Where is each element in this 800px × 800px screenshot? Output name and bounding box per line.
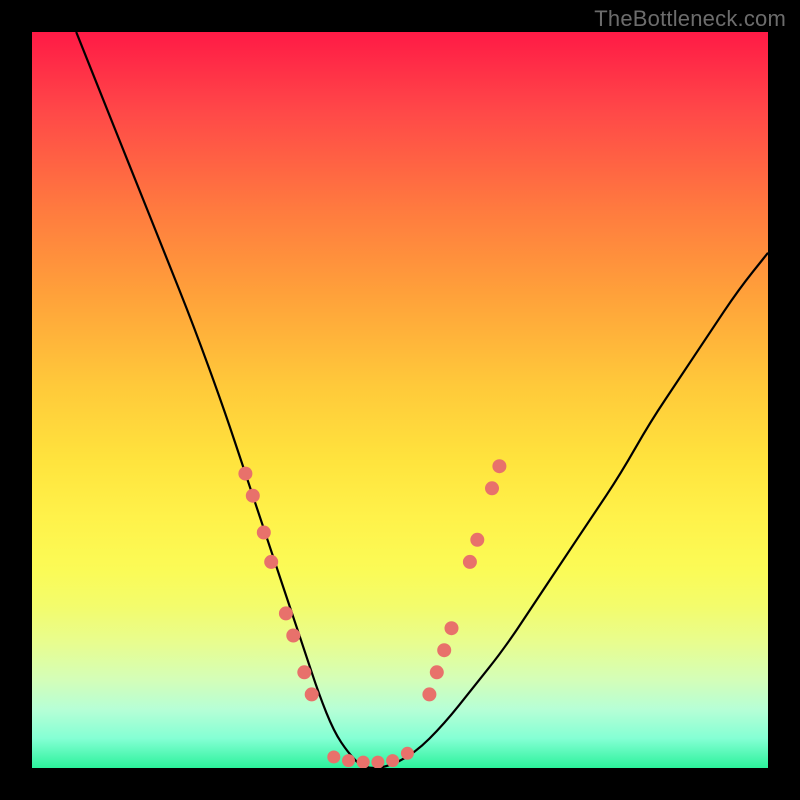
bottleneck-curve-svg bbox=[32, 32, 768, 768]
curve-marker bbox=[264, 555, 278, 569]
bottleneck-curve bbox=[76, 32, 768, 768]
curve-marker bbox=[257, 526, 271, 540]
curve-marker bbox=[422, 687, 436, 701]
curve-marker bbox=[297, 665, 311, 679]
curve-marker bbox=[357, 756, 370, 768]
curve-marker bbox=[463, 555, 477, 569]
curve-marker bbox=[430, 665, 444, 679]
curve-marker bbox=[305, 687, 319, 701]
curve-marker bbox=[470, 533, 484, 547]
watermark-text: TheBottleneck.com bbox=[594, 6, 786, 32]
curve-marker bbox=[401, 747, 414, 760]
chart-plot-area bbox=[32, 32, 768, 768]
curve-marker bbox=[246, 489, 260, 503]
curve-marker bbox=[386, 754, 399, 767]
curve-marker bbox=[238, 467, 252, 481]
curve-markers bbox=[238, 459, 506, 768]
chart-frame: TheBottleneck.com bbox=[0, 0, 800, 800]
curve-marker bbox=[286, 629, 300, 643]
curve-marker bbox=[437, 643, 451, 657]
curve-marker bbox=[492, 459, 506, 473]
curve-marker bbox=[342, 754, 355, 767]
curve-marker bbox=[371, 756, 384, 768]
curve-marker bbox=[279, 606, 293, 620]
curve-marker bbox=[485, 481, 499, 495]
curve-marker bbox=[445, 621, 459, 635]
curve-marker bbox=[327, 751, 340, 764]
